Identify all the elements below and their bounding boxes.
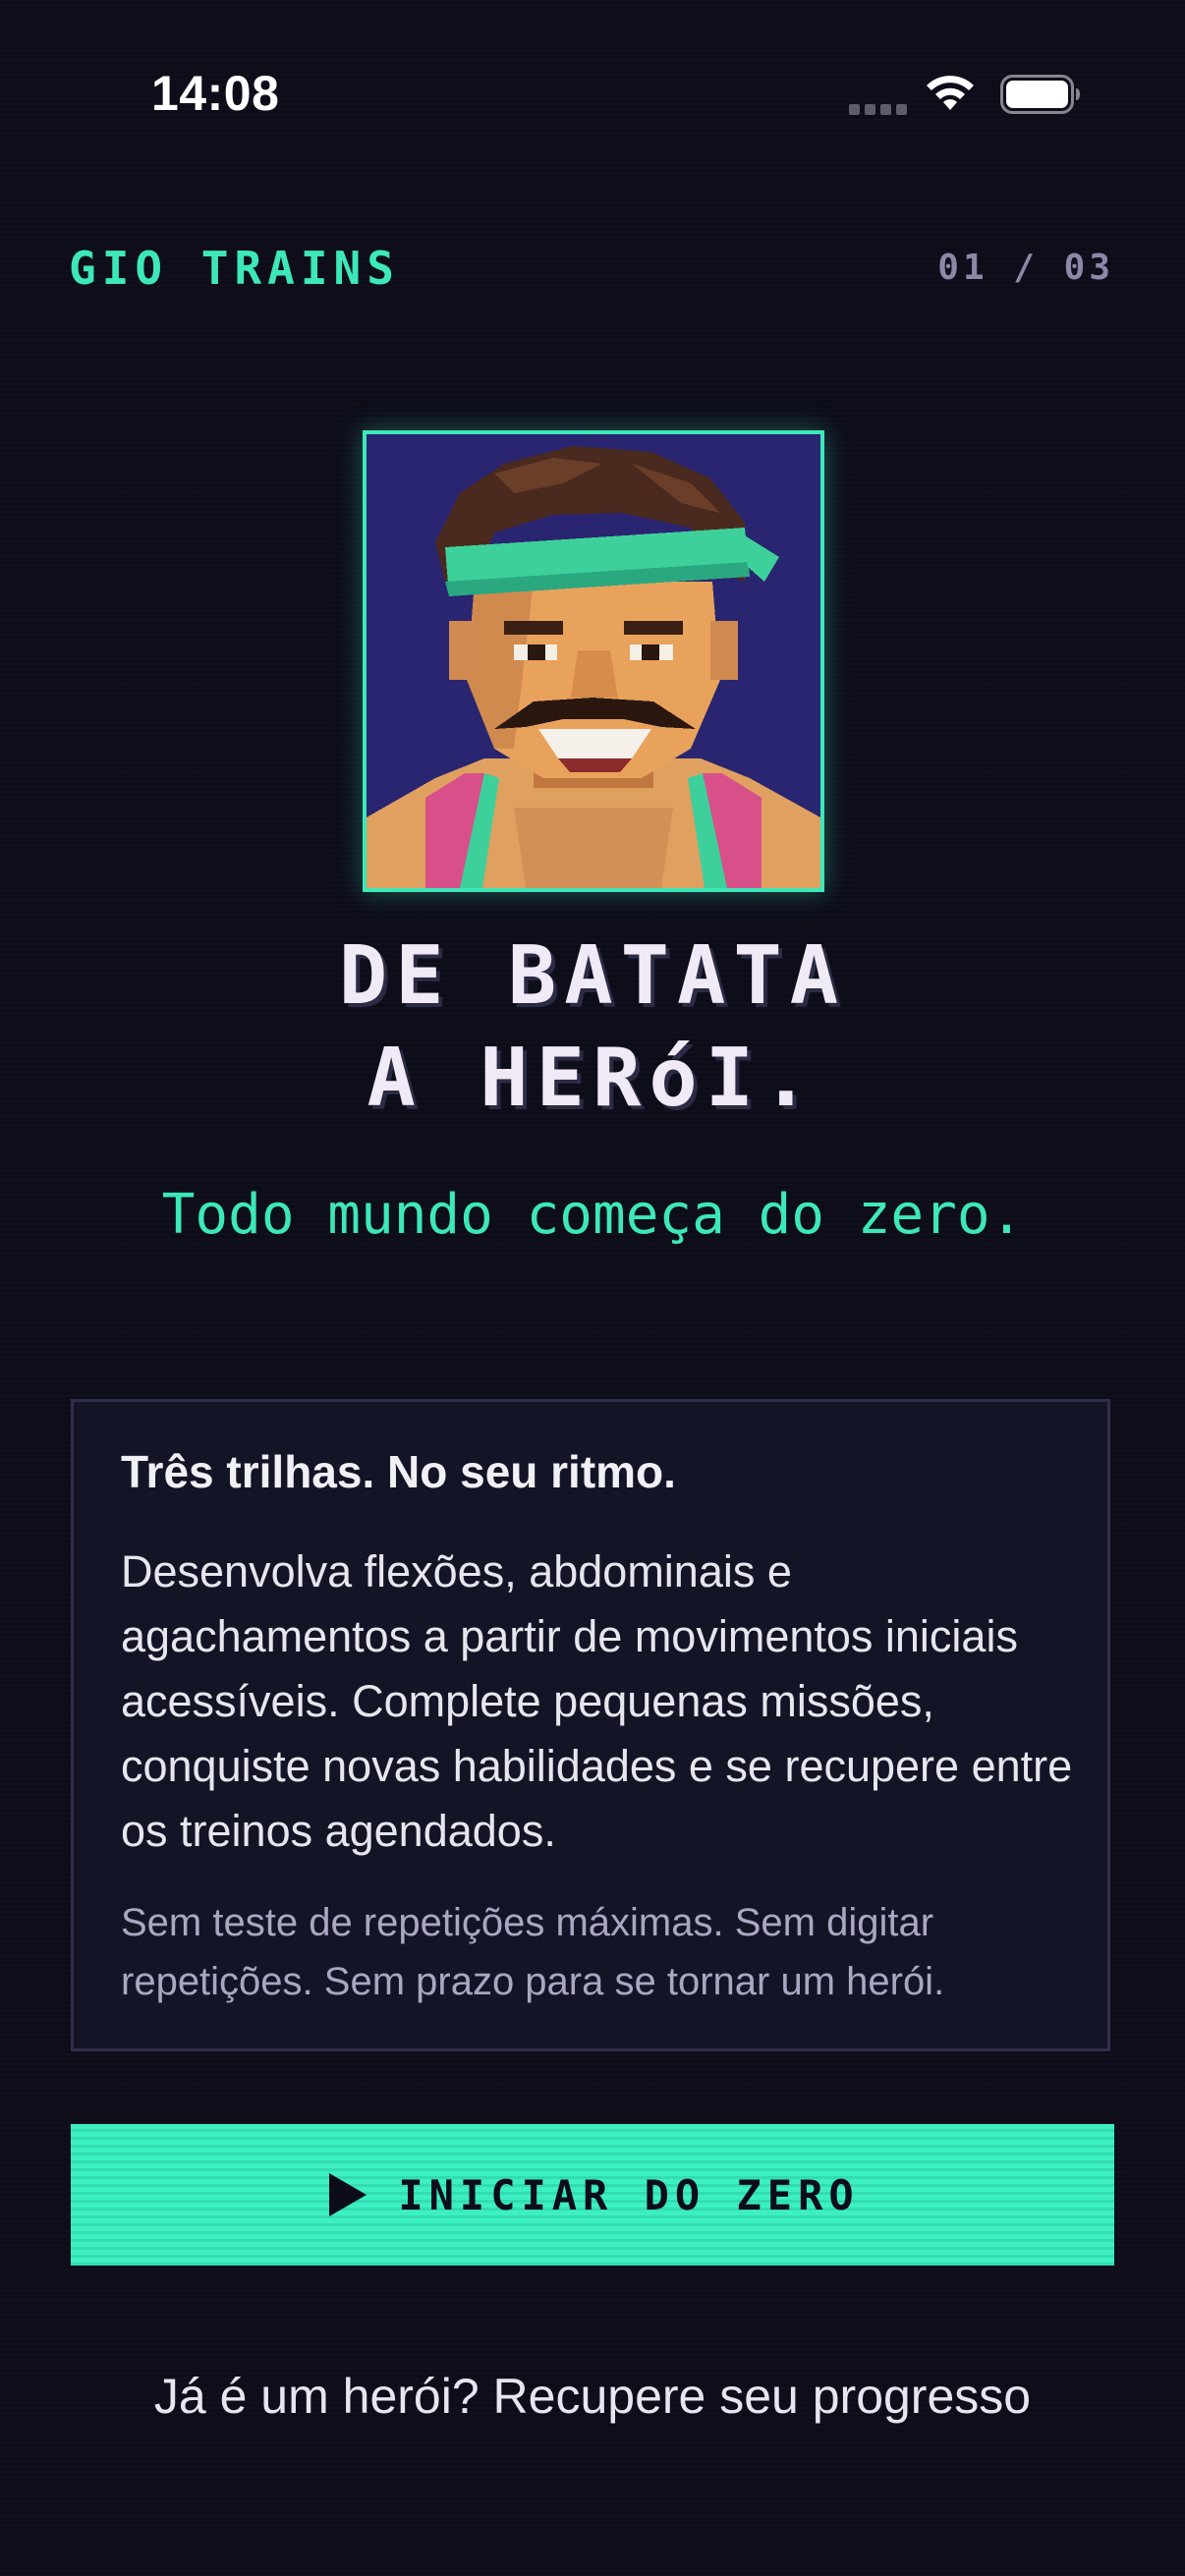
start-button-label: INICIAR DO ZERO: [398, 2170, 860, 2219]
restore-progress-link[interactable]: Já é um herói? Recupere seu progresso: [0, 2368, 1185, 2425]
cellular-signal-icon: [849, 104, 907, 115]
pixel-art-avatar: [367, 434, 820, 888]
play-icon: [329, 2173, 367, 2216]
hero-portrait: [363, 430, 824, 892]
battery-icon: [1000, 75, 1080, 114]
card-note: Sem teste de repetições máximas. Sem dig…: [121, 1901, 945, 2003]
tagline: Todo mundo começa do zero.: [161, 1183, 1024, 1247]
step-counter: 01 / 03: [937, 248, 1114, 288]
card-title: Três trilhas. No seu ritmo.: [121, 1446, 676, 1497]
status-time: 14:08: [151, 66, 280, 121]
headline-line-2: A HERóI.: [367, 1032, 818, 1125]
info-card: Três trilhas. No seu ritmo. Desenvolva f…: [71, 1399, 1110, 2051]
card-body: Desenvolva flexões, abdominais e agacham…: [121, 1546, 1073, 1856]
brand-title: GIO TRAINS: [69, 242, 400, 295]
start-from-zero-button[interactable]: INICIAR DO ZERO: [71, 2124, 1114, 2266]
wifi-icon: [927, 76, 974, 110]
headline-line-1: DE BATATA: [338, 929, 847, 1023]
